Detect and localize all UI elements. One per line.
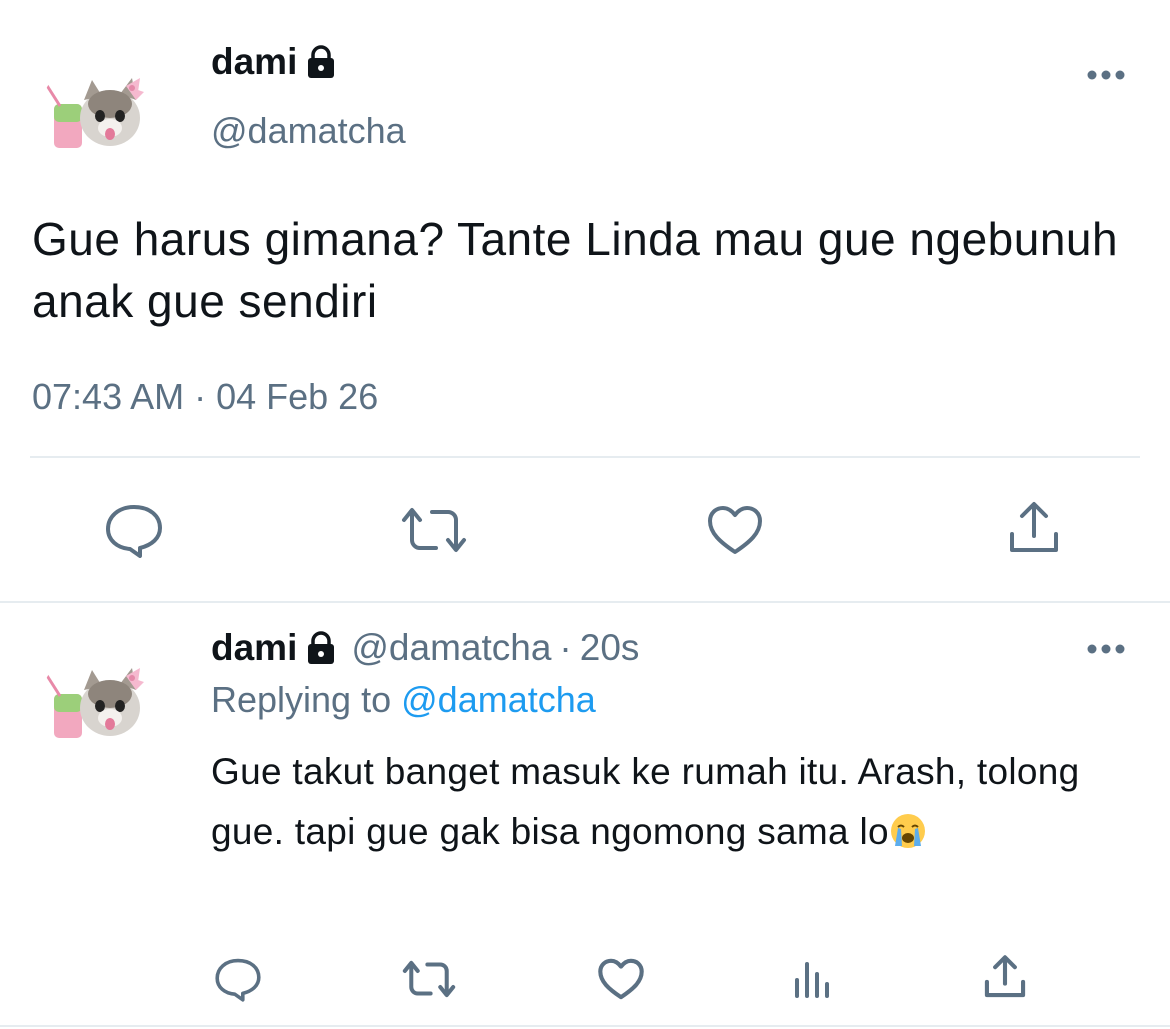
author-handle[interactable]: @damatcha (211, 110, 406, 152)
divider (30, 456, 1140, 458)
author-name-text[interactable]: dami (211, 40, 297, 84)
reply-icon[interactable] (214, 956, 262, 1002)
share-icon[interactable] (982, 954, 1028, 1000)
retweet-icon[interactable] (400, 958, 458, 1000)
separator-dot: · (559, 627, 572, 668)
reply-author-handle[interactable]: @damatcha (351, 626, 551, 670)
crying-face-icon (889, 808, 927, 848)
more-options-icon[interactable] (1086, 642, 1126, 654)
like-icon[interactable] (706, 504, 764, 556)
tweet-timestamp[interactable]: 07:43 AM · 04 Feb 26 (32, 376, 378, 418)
tweet-text: Gue harus gimana? Tante Linda mau gue ng… (32, 213, 1119, 327)
reply-text: Gue takut banget masuk ke rumah itu. Ara… (211, 742, 1111, 862)
divider (0, 1025, 1170, 1027)
replying-to-link[interactable]: @damatcha (401, 679, 596, 720)
lock-icon (305, 631, 337, 665)
like-icon[interactable] (597, 957, 645, 1001)
reply-time[interactable]: 20s (580, 626, 640, 670)
analytics-icon[interactable] (792, 958, 834, 1000)
reply-header: dami @damatcha · 20s (211, 626, 639, 670)
lock-icon (305, 45, 337, 79)
reply-icon[interactable] (104, 502, 164, 558)
avatar[interactable] (40, 56, 158, 174)
divider (0, 601, 1170, 603)
author-name[interactable]: dami (211, 40, 337, 84)
replying-to: Replying to @damatcha (211, 679, 596, 721)
reply-author-name-text[interactable]: dami (211, 626, 297, 670)
retweet-icon[interactable] (398, 504, 470, 556)
reply-avatar[interactable] (40, 646, 158, 764)
reply-text-body: Gue takut banget masuk ke rumah itu. Ara… (211, 751, 1080, 852)
more-options-icon[interactable] (1086, 68, 1126, 80)
reply-author-name[interactable]: dami (211, 626, 337, 670)
replying-to-label: Replying to (211, 679, 392, 720)
share-icon[interactable] (1006, 500, 1062, 556)
